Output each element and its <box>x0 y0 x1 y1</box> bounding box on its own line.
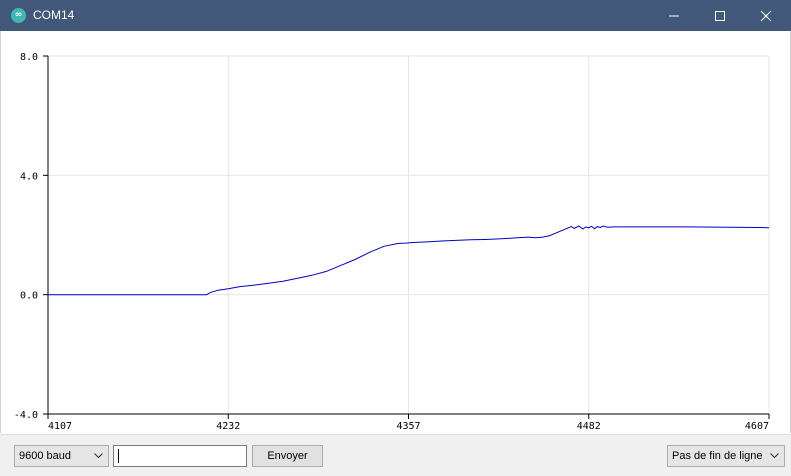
x-tick-label: 4482 <box>577 421 601 432</box>
maximize-icon <box>715 11 725 21</box>
baud-rate-select[interactable]: 9600 baud <box>14 445 109 467</box>
line-ending-label: Pas de fin de ligne <box>672 450 763 462</box>
text-caret <box>118 449 119 463</box>
app-icon-glyph: ∞ <box>14 10 23 20</box>
close-icon <box>760 10 772 22</box>
window-title: COM14 <box>33 8 75 22</box>
y-tick-label: -4.0 <box>14 410 38 421</box>
message-input[interactable] <box>113 445 247 467</box>
chevron-down-icon <box>770 453 779 459</box>
serial-plot-chart: 4107 4232 4357 4482 4607 -4.0 0.0 4.0 8.0 <box>14 52 770 432</box>
y-tick-label: 0.0 <box>20 291 38 302</box>
close-button[interactable] <box>743 0 789 31</box>
title-bar: ∞ COM14 <box>0 0 791 31</box>
arduino-icon: ∞ <box>11 8 26 23</box>
minimize-icon <box>669 15 679 17</box>
x-tick-label: 4607 <box>745 421 769 432</box>
x-tick-label: 4357 <box>396 421 420 432</box>
baud-rate-label: 9600 baud <box>19 450 71 462</box>
send-button[interactable]: Envoyer <box>252 445 323 467</box>
y-tick-label: 8.0 <box>20 52 38 63</box>
x-tick-label: 4232 <box>216 421 240 432</box>
x-tick-label: 4107 <box>48 421 72 432</box>
chevron-down-icon <box>94 453 103 459</box>
maximize-button[interactable] <box>697 0 743 31</box>
minimize-button[interactable] <box>651 0 697 31</box>
line-ending-select[interactable]: Pas de fin de ligne <box>667 445 785 467</box>
y-tick-label: 4.0 <box>20 171 38 182</box>
